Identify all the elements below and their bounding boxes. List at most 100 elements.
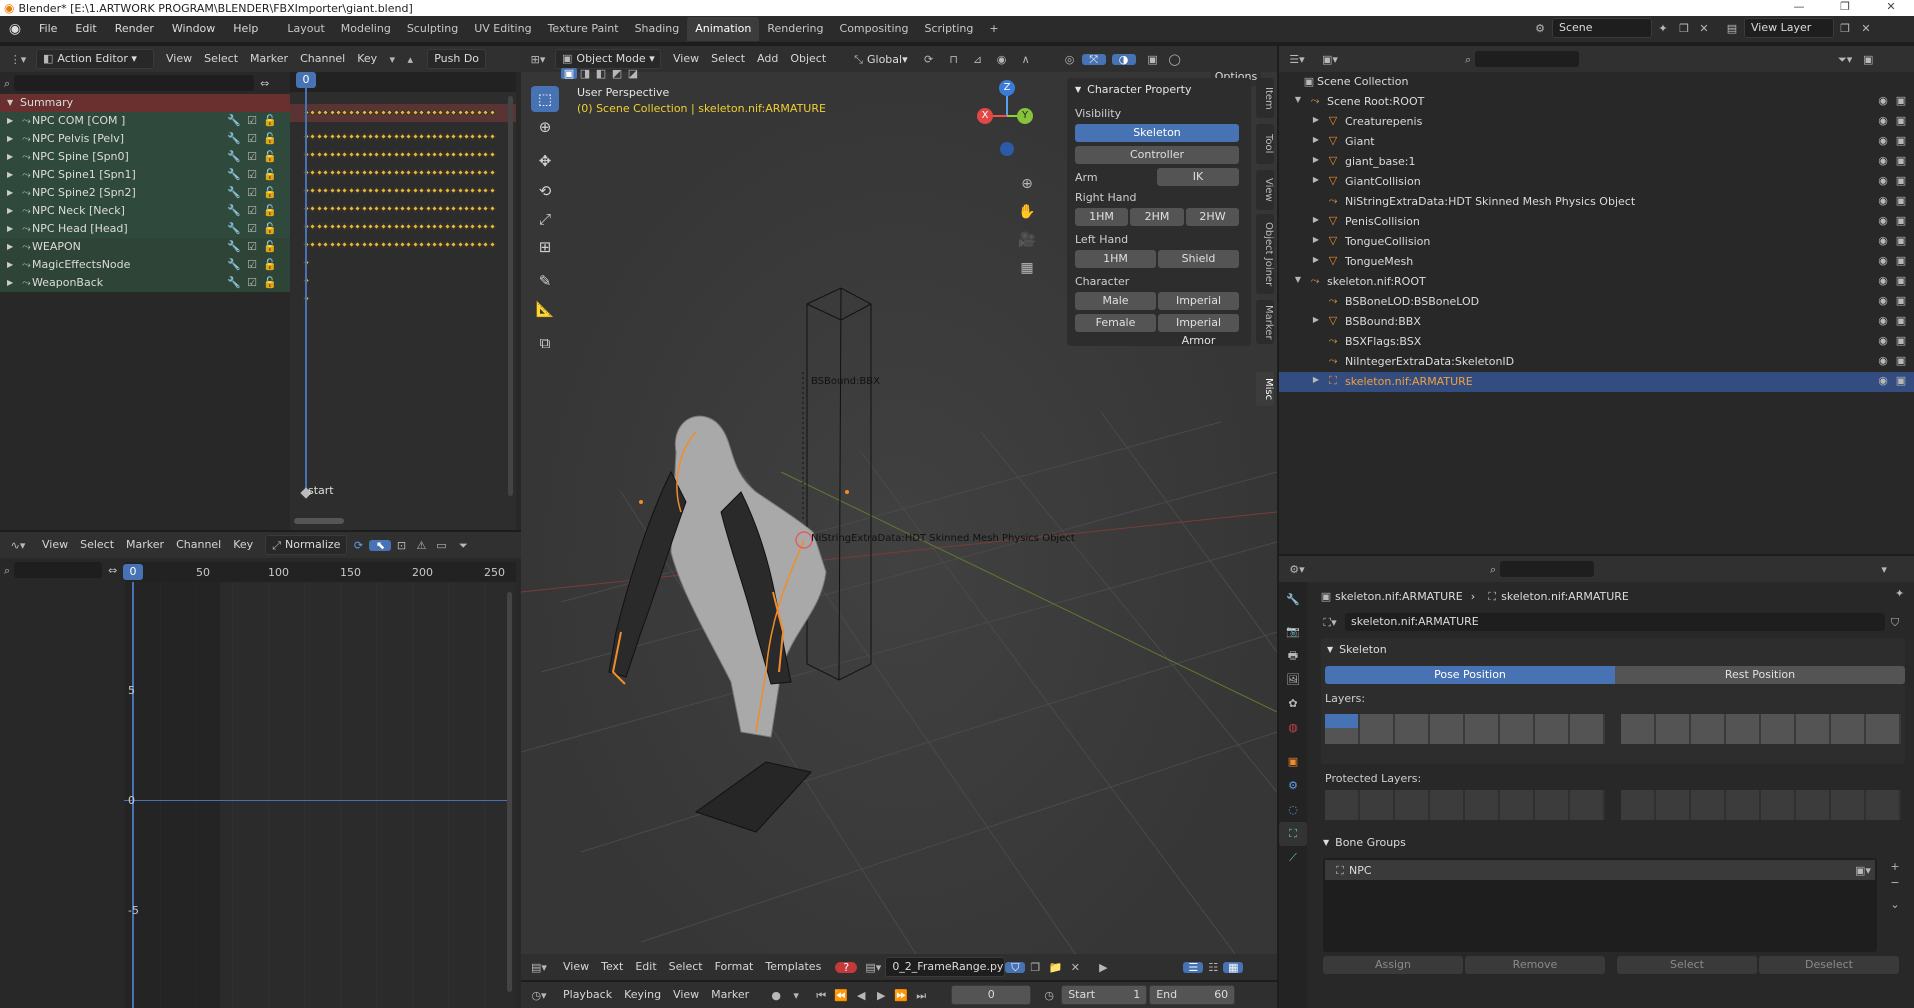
modifier-icon[interactable]: 🔧 (225, 277, 243, 288)
datablock-name[interactable]: skeleton.nif:ARMATURE (1345, 613, 1885, 631)
tab-uv-editing[interactable]: UV Editing (466, 17, 539, 41)
dopesheet-area[interactable]: 204060 0 start (290, 72, 768, 530)
start-frame-field[interactable]: Start 1 (1061, 985, 1148, 1005)
lock-icon[interactable]: 🔓 (261, 259, 279, 270)
disable-render-icon[interactable]: ▣ (1893, 235, 1909, 246)
expand-icon[interactable]: ▶ (7, 184, 13, 202)
bone-group-item[interactable]: ⛶ NPC ▣▾ (1325, 860, 1875, 880)
text-editor-menu-templates[interactable]: Templates (759, 957, 827, 977)
lock-icon[interactable]: 🔓 (261, 169, 279, 180)
remove-bone-group-icon[interactable]: − (1885, 877, 1905, 888)
expand-icon[interactable]: ▶ (7, 148, 13, 166)
syntax-highlight-icon[interactable]: ▦ (1223, 961, 1244, 973)
male-button[interactable]: Male (1075, 292, 1156, 310)
expand-icon[interactable]: ▶ (7, 274, 13, 292)
text-file-name[interactable]: 0_2_FrameRange.py (885, 957, 1006, 977)
disclosure-icon[interactable]: ▼ (1293, 276, 1303, 284)
viewport-menu-object[interactable]: Object (784, 49, 832, 69)
disable-render-icon[interactable]: ▣ (1893, 215, 1909, 226)
graph-ruler[interactable] (124, 562, 516, 582)
channel-row[interactable]: ▶ ⤳ NPC Spine1 [Spn1] 🔧 ☑ 🔓 (0, 166, 290, 184)
sidebar-tab-item[interactable]: Item (1256, 78, 1274, 118)
outliner-row[interactable]: ⤳ BSBoneLOD:BSBoneLOD ◉ ▣ (1279, 292, 1914, 312)
lock-icon[interactable]: 🔓 (261, 241, 279, 252)
disclosure-icon[interactable]: ▶ (1311, 376, 1321, 384)
outliner-type-icon[interactable]: ☰▾ (1279, 54, 1315, 65)
graph-editor-menu-view[interactable]: View (36, 535, 74, 555)
lock-icon[interactable]: 🔓 (261, 205, 279, 216)
channel-row[interactable]: ▶ ⤳ MagicEffectsNode 🔧 ☑ 🔓 (0, 256, 290, 274)
new-collection-icon[interactable]: ▣ (1857, 54, 1879, 65)
graph-editor-menu-channel[interactable]: Channel (170, 535, 227, 555)
gizmo-z[interactable]: Z (999, 80, 1015, 96)
expand-icon[interactable]: ▼ (7, 94, 13, 112)
output-tab-icon[interactable]: 🖶 (1279, 644, 1307, 668)
graph-editor-type-icon[interactable]: ∿▾ (0, 540, 36, 551)
modifier-icon[interactable]: 🔧 (225, 151, 243, 162)
modifier-icon[interactable]: 🔧 (225, 187, 243, 198)
text-browse-icon[interactable]: ▤▾ (861, 962, 885, 973)
active-layer[interactable] (1325, 714, 1358, 728)
clock-icon[interactable]: ◷ (1037, 990, 1061, 1001)
visible-icon[interactable]: ⊡ (391, 540, 411, 551)
select-new-icon[interactable]: ▣ (561, 68, 577, 79)
navigation-gizmo[interactable]: Z X Y (977, 80, 1037, 160)
line-numbers-icon[interactable]: ☰ (1183, 961, 1204, 973)
lock-icon[interactable]: 🔓 (261, 187, 279, 198)
bone-group-color-icon[interactable]: ▣▾ (1851, 865, 1875, 876)
scene-tab-icon[interactable]: ✿ (1279, 692, 1307, 716)
display-mode-icon[interactable]: ▣▾ (1315, 54, 1345, 65)
transform-tool[interactable]: ⊞ (531, 234, 559, 260)
current-frame-field[interactable]: 0 (951, 985, 1032, 1005)
hide-in-viewport-icon[interactable]: ◉ (1875, 175, 1891, 186)
fake-user-icon[interactable]: ⛉ (1005, 961, 1026, 973)
select-box-tool[interactable]: ⬚ (531, 86, 559, 112)
lock-icon[interactable]: 🔓 (261, 151, 279, 162)
outliner-filter-icon[interactable]: ⏷▾ (1833, 54, 1857, 65)
disclosure-icon[interactable]: ▶ (1311, 156, 1321, 164)
hide-in-viewport-icon[interactable]: ◉ (1875, 95, 1891, 106)
bone-groups-list[interactable]: ⛶ NPC ▣▾ (1323, 858, 1877, 952)
graph-search-input[interactable] (14, 562, 103, 578)
orientation-selector[interactable]: ⤡ Global ▾ (854, 53, 907, 66)
hide-in-viewport-icon[interactable]: ◉ (1875, 355, 1891, 366)
checkbox-icon[interactable]: ☑ (243, 223, 261, 234)
rotate-tool[interactable]: ⟲ (531, 178, 559, 204)
modifier-icon[interactable]: 🔧 (225, 115, 243, 126)
zoom-icon[interactable]: ⊕ (1015, 172, 1039, 196)
record-icon[interactable]: ● (765, 990, 787, 1001)
select-intersect-icon[interactable]: ◪ (625, 68, 641, 79)
lock-icon[interactable]: 🔓 (261, 133, 279, 144)
action-editor-menu-marker[interactable]: Marker (244, 49, 294, 69)
checkbox-icon[interactable]: ☑ (243, 277, 261, 288)
channel-search-input[interactable] (14, 75, 255, 91)
disclosure-icon[interactable]: ▶ (1311, 316, 1321, 324)
horizontal-scrollbar[interactable] (294, 518, 344, 524)
lh-1hm-button[interactable]: 1HM (1075, 250, 1156, 268)
datablock-icon[interactable]: ⛶▾ (1315, 617, 1345, 628)
menu-help[interactable]: Help (224, 16, 267, 42)
cursor-tool[interactable]: ⊕ (531, 114, 559, 140)
female-button[interactable]: Female (1075, 314, 1156, 332)
text-editor-type-icon[interactable]: ▤▾ (521, 962, 557, 973)
only-selected-icon[interactable]: ⬉ (369, 539, 392, 551)
outliner-row[interactable]: ▶ ▽ Giant ◉ ▣ (1279, 132, 1914, 152)
layers-grid-1[interactable] (1325, 714, 1605, 744)
checkbox-icon[interactable]: ☑ (243, 205, 261, 216)
gizmo-y[interactable]: Y (1017, 108, 1033, 124)
new-text-icon[interactable]: ❐ (1025, 962, 1045, 973)
view-layer-selector[interactable]: ▤ View Layer ❐ ✕ (1720, 18, 1876, 38)
bone-group-menu-icon[interactable]: ⌄ (1885, 899, 1905, 910)
modifier-icon[interactable]: 🔧 (225, 169, 243, 180)
jump-start-icon[interactable]: ⏮ (811, 990, 831, 1001)
next-key-icon[interactable]: ⏩ (891, 990, 911, 1001)
auto-normalize-icon[interactable]: ⟳ (347, 540, 369, 551)
hide-in-viewport-icon[interactable]: ◉ (1875, 155, 1891, 166)
disclosure-icon[interactable]: ▶ (1311, 136, 1321, 144)
normalize-toggle[interactable]: ⤢ Normalize (265, 535, 348, 555)
close-icon[interactable]: ✕ (1868, 0, 1914, 13)
annotate-tool[interactable]: ✎ (531, 268, 559, 294)
gizmo-toggle-icon[interactable]: ⤧ (1081, 53, 1106, 65)
keyframe[interactable] (488, 240, 496, 249)
action-editor-menu-channel[interactable]: Channel (294, 49, 351, 69)
